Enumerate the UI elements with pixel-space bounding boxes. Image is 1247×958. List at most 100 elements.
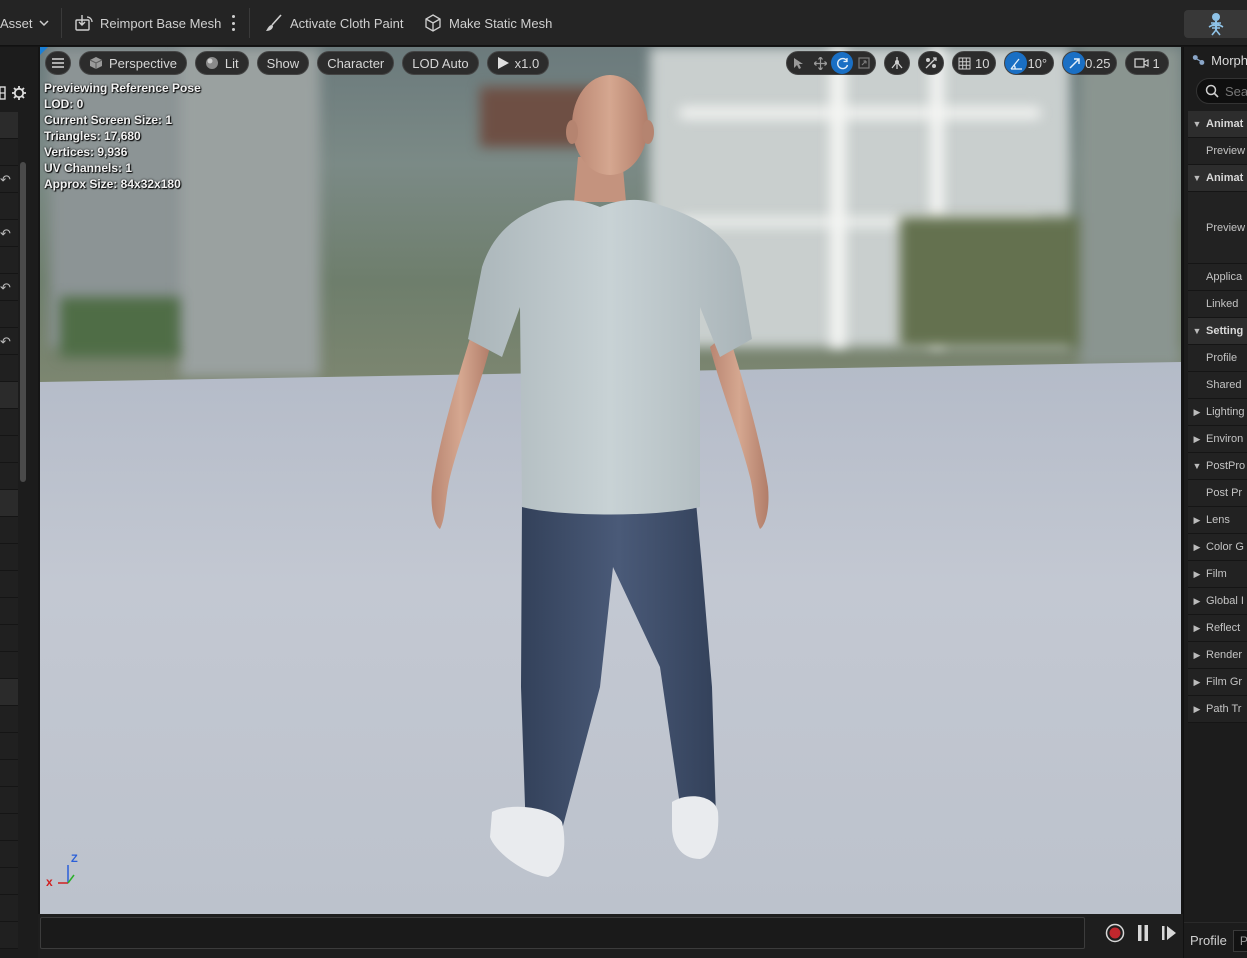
left-panel: ↶ ↶ ↶ ↶ xyxy=(0,47,38,958)
more-options-icon[interactable] xyxy=(228,14,238,32)
list-item[interactable] xyxy=(0,112,18,139)
list-item[interactable] xyxy=(0,841,18,868)
property-row[interactable]: Applica xyxy=(1188,264,1247,291)
group-row[interactable]: ▶ Global I xyxy=(1188,588,1247,615)
property-row[interactable]: Profile xyxy=(1188,345,1247,372)
property-row[interactable]: Post Pr xyxy=(1188,480,1247,507)
details-search-input[interactable]: Sea xyxy=(1196,78,1247,104)
gear-icon[interactable] xyxy=(11,85,27,101)
reimport-base-mesh-button[interactable]: Reimport Base Mesh xyxy=(74,11,221,35)
background-building xyxy=(180,47,320,377)
list-item[interactable] xyxy=(0,733,18,760)
show-menu-button[interactable]: Show xyxy=(256,51,310,75)
lod-menu-button[interactable]: LOD Auto xyxy=(402,51,479,75)
rotation-snap-control[interactable]: 10° xyxy=(1004,51,1055,75)
step-forward-button[interactable] xyxy=(1158,922,1180,944)
list-item[interactable] xyxy=(0,355,18,382)
character-mesh[interactable] xyxy=(420,67,780,887)
group-row[interactable]: ▶ Path Tr xyxy=(1188,696,1247,723)
group-row[interactable]: ▶ Environ xyxy=(1188,426,1247,453)
character-menu-button[interactable]: Character xyxy=(317,51,395,75)
pause-button[interactable] xyxy=(1132,922,1154,944)
panel-tab-morph[interactable]: Morph xyxy=(1184,47,1247,73)
collapsed-arrow-icon: ▶ xyxy=(1193,676,1201,687)
list-item[interactable] xyxy=(0,409,18,436)
list-item[interactable] xyxy=(0,706,18,733)
viewport-menu-button[interactable] xyxy=(45,51,71,75)
list-item[interactable] xyxy=(0,382,18,409)
list-item[interactable] xyxy=(0,679,18,706)
list-item[interactable] xyxy=(0,517,18,544)
rotate-tool-icon[interactable] xyxy=(831,52,853,74)
list-item[interactable] xyxy=(0,247,18,274)
group-row[interactable]: ▶ Reflect xyxy=(1188,615,1247,642)
scale-snap-control[interactable]: 0.25 xyxy=(1062,51,1118,75)
reset-arrow-icon[interactable]: ↶ xyxy=(0,226,11,242)
cube-icon xyxy=(89,57,103,69)
playback-speed-button[interactable]: x1.0 xyxy=(486,51,550,75)
property-row[interactable]: Shared xyxy=(1188,372,1247,399)
skeleton-mode-button[interactable] xyxy=(1184,10,1247,38)
list-item[interactable] xyxy=(0,895,18,922)
list-item[interactable] xyxy=(0,544,18,571)
approx-size-stat: Approx Size: 84x32x180 xyxy=(44,177,181,191)
list-item[interactable] xyxy=(0,598,18,625)
world-local-button[interactable] xyxy=(884,51,910,75)
list-item[interactable] xyxy=(0,760,18,787)
category-animation[interactable]: ▼ Animat xyxy=(1188,111,1247,138)
asset-menu[interactable]: Asset xyxy=(0,11,49,35)
list-item[interactable] xyxy=(0,868,18,895)
camera-speed-control[interactable]: 1 xyxy=(1125,51,1169,75)
activate-cloth-paint-button[interactable]: Activate Cloth Paint xyxy=(264,11,403,35)
group-row[interactable]: ▶ Film xyxy=(1188,561,1247,588)
collapsed-arrow-icon: ▶ xyxy=(1193,703,1201,714)
property-row[interactable]: Preview xyxy=(1188,138,1247,165)
list-item[interactable] xyxy=(0,814,18,841)
view-mode-button[interactable]: Perspective xyxy=(79,51,187,75)
reset-arrow-icon[interactable]: ↶ xyxy=(0,172,11,188)
category-animation[interactable]: ▼ Animat xyxy=(1188,165,1247,192)
group-row[interactable]: ▶ Film Gr xyxy=(1188,669,1247,696)
group-label: Lighting xyxy=(1206,406,1245,418)
lighting-mode-button[interactable]: Lit xyxy=(194,51,249,75)
list-item[interactable] xyxy=(0,652,18,679)
details-panel: Morph Sea ▼ Animat Preview ▼ Animat Prev… xyxy=(1183,47,1247,958)
surface-snap-button[interactable] xyxy=(918,51,944,75)
grid-snap-control[interactable]: 10 xyxy=(952,51,997,75)
list-item[interactable]: ↶ xyxy=(0,166,18,193)
grid-icon[interactable] xyxy=(0,86,6,100)
property-row[interactable]: Preview xyxy=(1188,192,1247,264)
reset-arrow-icon[interactable]: ↶ xyxy=(0,334,11,350)
list-item[interactable]: ↶ xyxy=(0,328,18,355)
play-icon xyxy=(497,57,509,69)
list-item[interactable] xyxy=(0,571,18,598)
group-row[interactable]: ▶ Lens xyxy=(1188,507,1247,534)
reset-arrow-icon[interactable]: ↶ xyxy=(0,280,11,296)
profile-selector[interactable]: Pr xyxy=(1232,929,1247,952)
list-item[interactable] xyxy=(0,625,18,652)
category-settings[interactable]: ▼ Setting xyxy=(1188,318,1247,345)
list-item[interactable]: ↶ xyxy=(0,274,18,301)
left-panel-scrollbar[interactable] xyxy=(20,162,26,482)
list-item[interactable] xyxy=(0,922,18,949)
record-button[interactable] xyxy=(1104,922,1126,944)
list-item[interactable] xyxy=(0,436,18,463)
group-row[interactable]: ▶ Lighting xyxy=(1188,399,1247,426)
list-item[interactable] xyxy=(0,490,18,517)
translate-tool-icon[interactable] xyxy=(809,52,831,74)
list-item[interactable] xyxy=(0,463,18,490)
preview-viewport[interactable]: Perspective Lit Show Character LOD Auto … xyxy=(40,47,1181,914)
list-item[interactable]: ↶ xyxy=(0,220,18,247)
property-row[interactable]: Linked xyxy=(1188,291,1247,318)
make-static-mesh-button[interactable]: Make Static Mesh xyxy=(423,11,552,35)
list-item[interactable] xyxy=(0,139,18,166)
group-row[interactable]: ▶ Render xyxy=(1188,642,1247,669)
select-tool-icon[interactable] xyxy=(787,52,809,74)
list-item[interactable] xyxy=(0,301,18,328)
group-row[interactable]: ▶ Color G xyxy=(1188,534,1247,561)
list-item[interactable] xyxy=(0,787,18,814)
scale-tool-icon[interactable] xyxy=(853,52,875,74)
list-item[interactable] xyxy=(0,193,18,220)
group-row[interactable]: ▼ PostPro xyxy=(1188,453,1247,480)
timeline-scrubber[interactable] xyxy=(40,917,1085,949)
